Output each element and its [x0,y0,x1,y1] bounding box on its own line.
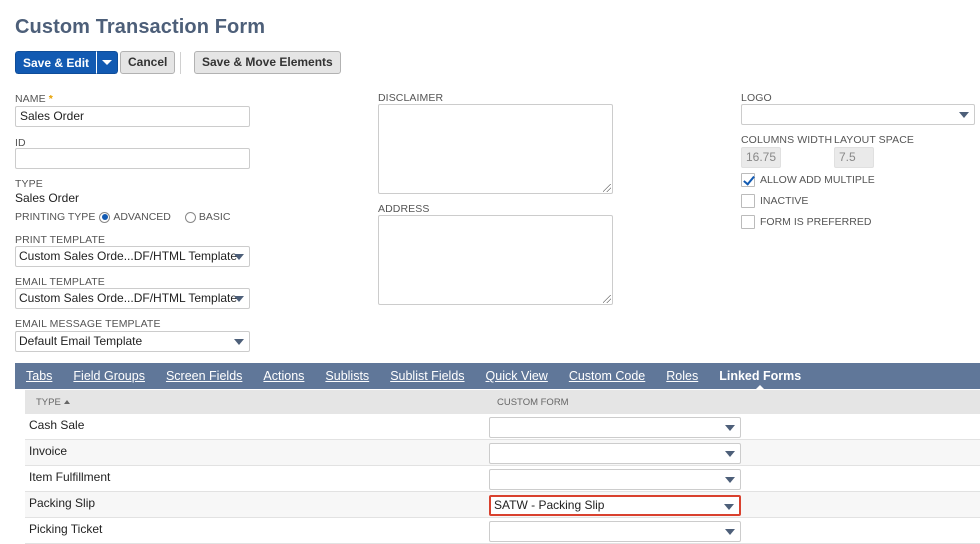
row-type: Cash Sale [29,418,85,432]
dropdown-arrow-icon [959,112,969,118]
row-type: Picking Ticket [29,522,103,536]
dropdown-arrow-icon [725,451,735,457]
row-type: Packing Slip [29,496,96,510]
linked-forms-table: TYPE CUSTOM FORM Cash Sale Invoice Item … [25,390,980,544]
allow-add-multiple-label: ALLOW ADD MULTIPLE [760,174,875,186]
custom-form-value: SATW - Packing Slip [494,498,605,512]
logo-label: LOGO [741,92,772,104]
name-label: NAME * [15,93,53,105]
row-type: Invoice [29,444,68,458]
form-is-preferred-label: FORM IS PREFERRED [760,216,872,228]
save-move-elements-button[interactable]: Save & Move Elements [194,51,341,74]
dropdown-arrow-icon [724,504,734,510]
email-template-value: Custom Sales Orde...DF/HTML Template [19,291,238,305]
email-template-label: EMAIL TEMPLATE [15,276,105,288]
tab-sublist-fields[interactable]: Sublist Fields [390,369,464,383]
name-field[interactable]: Sales Order [15,106,250,127]
dropdown-arrow-icon [725,425,735,431]
type-value: Sales Order [15,191,80,205]
email-message-template-select[interactable]: Default Email Template [15,331,250,352]
address-label: ADDRESS [378,203,430,215]
inactive-checkbox[interactable] [741,194,755,208]
tab-roles[interactable]: Roles [666,369,698,383]
layout-space-field: 7.5 [834,147,874,168]
email-message-template-label: EMAIL MESSAGE TEMPLATE [15,318,161,330]
inactive-label: INACTIVE [760,195,809,207]
table-row: Item Fulfillment [25,466,980,492]
table-row: Picking Ticket [25,518,980,544]
cancel-button[interactable]: Cancel [120,51,176,74]
printing-type-label: PRINTING TYPE [15,211,96,223]
id-field[interactable] [15,148,250,169]
custom-form-select[interactable] [489,469,741,490]
tab-custom-code[interactable]: Custom Code [569,369,645,383]
custom-form-select[interactable] [489,521,741,542]
print-template-value: Custom Sales Orde...DF/HTML Template [19,249,238,263]
name-label-text: NAME [15,93,46,105]
layout-space-label: LAYOUT SPACE [834,134,914,146]
chevron-down-icon [102,60,113,65]
resize-grip-icon[interactable] [603,184,611,192]
print-template-select[interactable]: Custom Sales Orde...DF/HTML Template [15,246,250,267]
printing-type-row: PRINTING TYPE ADVANCED BASIC [15,211,230,223]
save-edit-button[interactable]: Save & Edit [15,51,97,74]
tab-field-groups[interactable]: Field Groups [73,369,145,383]
form-is-preferred-row: FORM IS PREFERRED [741,215,871,229]
tab-tabs[interactable]: Tabs [26,369,52,383]
save-options-dropdown[interactable] [96,51,119,74]
table-row: Cash Sale [25,414,980,440]
table-row: Invoice [25,440,980,466]
tab-linked-forms[interactable]: Linked Forms [719,369,801,391]
table-row: Packing Slip SATW - Packing Slip [25,492,980,518]
type-label: TYPE [15,178,43,190]
email-template-select[interactable]: Custom Sales Orde...DF/HTML Template [15,288,250,309]
subtab-bar: Tabs Field Groups Screen Fields Actions … [15,363,980,391]
resize-grip-icon[interactable] [603,295,611,303]
tab-sublists[interactable]: Sublists [325,369,369,383]
columns-width-label: COLUMNS WIDTH [741,134,833,146]
row-type: Item Fulfillment [29,470,111,484]
dropdown-arrow-icon [234,339,244,345]
table-header: TYPE CUSTOM FORM [25,390,980,414]
sort-ascending-icon [63,400,70,404]
print-template-label: PRINT TEMPLATE [15,234,106,246]
type-column-header[interactable]: TYPE [36,397,70,408]
allow-add-multiple-checkbox[interactable] [741,173,755,187]
advanced-radio-label: ADVANCED [113,211,171,223]
custom-form-select-highlighted[interactable]: SATW - Packing Slip [489,495,741,516]
tab-quick-view[interactable]: Quick View [486,369,548,383]
logo-select[interactable] [741,104,975,125]
allow-add-multiple-row: ALLOW ADD MULTIPLE [741,173,875,187]
disclaimer-textarea[interactable] [378,104,613,194]
page-title: Custom Transaction Form [15,16,266,38]
inactive-row: INACTIVE [741,194,808,208]
required-mark: * [48,93,53,105]
toolbar-divider [180,52,181,74]
type-column-header-text: TYPE [36,397,61,408]
dropdown-arrow-icon [725,477,735,483]
custom-form-select[interactable] [489,417,741,438]
basic-radio-label: BASIC [198,211,231,223]
dropdown-arrow-icon [234,254,244,260]
dropdown-arrow-icon [725,529,735,535]
email-message-template-value: Default Email Template [19,334,143,348]
basic-radio[interactable] [184,211,196,223]
custom-form-column-header[interactable]: CUSTOM FORM [497,397,569,408]
address-textarea[interactable] [378,215,613,305]
save-edit-button-group[interactable]: Save & Edit [15,51,119,74]
advanced-radio[interactable] [99,211,111,223]
columns-width-field: 16.75 [741,147,781,168]
dropdown-arrow-icon [234,296,244,302]
disclaimer-label: DISCLAIMER [378,92,444,104]
form-is-preferred-checkbox[interactable] [741,215,755,229]
tab-actions[interactable]: Actions [263,369,304,383]
tab-screen-fields[interactable]: Screen Fields [166,369,242,383]
custom-form-select[interactable] [489,443,741,464]
